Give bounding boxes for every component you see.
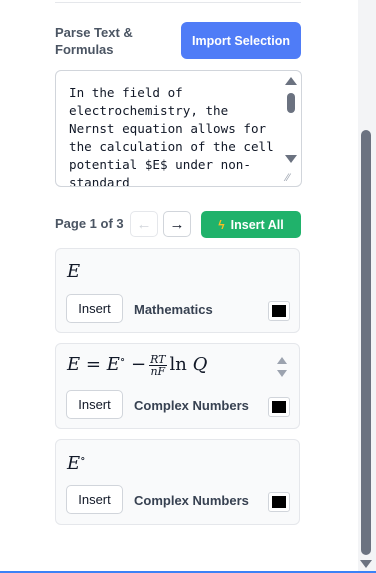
formula-card: E Insert Mathematics (55, 248, 300, 333)
resize-handle-icon[interactable]: ⁄⁄ (286, 172, 298, 184)
page-indicator: Page 1 of 3 (55, 216, 124, 231)
bolt-icon: ϟ (218, 217, 225, 232)
color-picker[interactable] (268, 397, 290, 417)
scroll-down-icon[interactable] (360, 560, 372, 568)
formula-panel: Parse Text & Formulas Import Selection I… (0, 0, 358, 573)
scroll-up-icon[interactable] (285, 77, 297, 85)
page-scrollbar-thumb[interactable] (361, 130, 371, 555)
scroll-down-icon[interactable] (285, 155, 297, 163)
textarea-scrollbar-thumb[interactable] (287, 93, 295, 113)
source-text-value[interactable]: In the field of electrochemistry, the Ne… (69, 84, 274, 186)
formula-card: E = E∘ − RT nF ln Q Insert Complex Numbers (55, 343, 300, 429)
formula-card: E∘ Insert Complex Numbers (55, 439, 300, 525)
chevron-down-icon[interactable] (277, 370, 287, 377)
color-picker[interactable] (268, 301, 290, 321)
parse-label: Parse Text & Formulas (55, 25, 133, 57)
formula-category: Mathematics (134, 302, 213, 317)
next-page-button[interactable]: → (163, 211, 191, 237)
insert-all-button[interactable]: ϟ Insert All (201, 211, 301, 238)
insert-button[interactable]: Insert (66, 485, 123, 514)
formula-render: E (67, 261, 81, 282)
prev-page-button[interactable]: ← (130, 211, 158, 237)
color-picker[interactable] (268, 492, 290, 512)
divider (55, 2, 301, 3)
formula-category: Complex Numbers (134, 493, 249, 508)
formula-render: E∘ (67, 452, 86, 474)
chevron-up-icon[interactable] (277, 357, 287, 364)
insert-button[interactable]: Insert (66, 294, 123, 323)
import-selection-button[interactable]: Import Selection (181, 22, 301, 59)
source-text-area[interactable]: In the field of electrochemistry, the Ne… (55, 70, 302, 187)
insert-button[interactable]: Insert (66, 390, 123, 419)
formula-render: E = E∘ − RT nF ln Q (67, 352, 208, 378)
formula-category: Complex Numbers (134, 398, 249, 413)
insert-all-label: Insert All (230, 217, 284, 232)
